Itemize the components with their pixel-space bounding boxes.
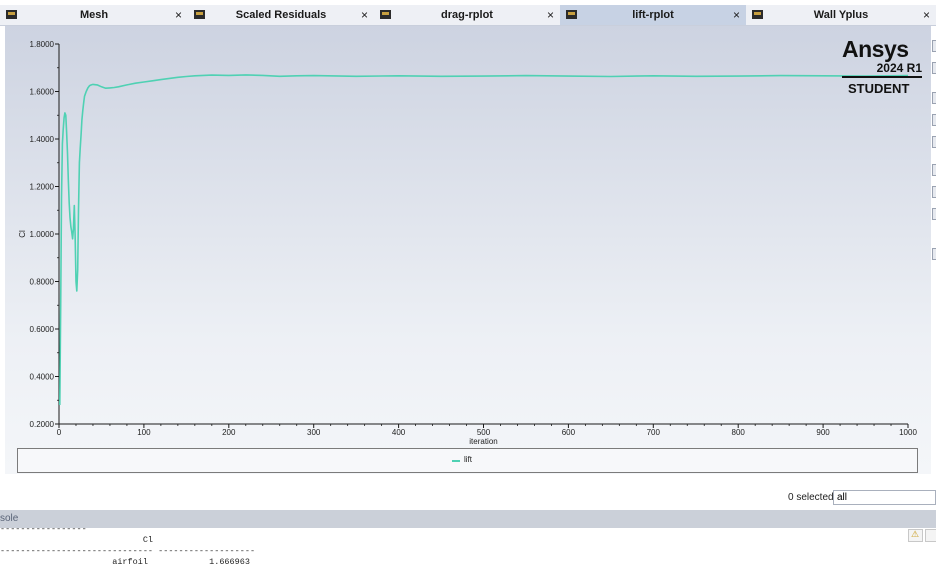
close-icon[interactable]: ×	[175, 8, 182, 22]
x-tick-label: 800	[732, 428, 746, 437]
tab-wall-yplus[interactable]: Wall Yplus ×	[746, 5, 936, 25]
tab-label: Wall Yplus	[813, 9, 869, 21]
legend-label: lift	[464, 455, 472, 464]
console-header: sole	[0, 510, 936, 528]
y-tick-label: 1.2000	[30, 183, 55, 192]
x-axis-label: iteration	[469, 437, 497, 446]
x-tick-label: 700	[647, 428, 661, 437]
x-tick-label: 900	[816, 428, 830, 437]
x-tick-label: 300	[307, 428, 321, 437]
logo-version: 2024 R1	[876, 61, 922, 75]
series-line-lift	[59, 74, 909, 406]
x-tick-label: 600	[562, 428, 576, 437]
side-toolbar-button[interactable]	[932, 186, 936, 198]
tab-mesh[interactable]: Mesh ×	[0, 5, 188, 25]
lift-chart: 0 100 200 300 400 500 600 700 800 900 1000 0.2000 0.…	[18, 40, 917, 446]
chart-legend: lift	[17, 448, 918, 473]
y-tick-label: 1.4000	[30, 135, 55, 144]
side-toolbar-button[interactable]	[932, 92, 936, 104]
x-tick-label: 400	[392, 428, 406, 437]
tab-scaled-residuals[interactable]: Scaled Residuals ×	[188, 5, 374, 25]
tab-label: lift-rplot	[632, 9, 674, 21]
y-tick-label: 0.8000	[30, 278, 55, 287]
side-toolbar-button[interactable]	[932, 164, 936, 176]
tab-bar: Mesh × Scaled Residuals × drag-rplot × l…	[0, 5, 936, 26]
x-tick-label: 500	[477, 428, 491, 437]
side-toolbar-button[interactable]	[932, 208, 936, 220]
side-toolbar-strip	[932, 40, 936, 270]
side-toolbar-button[interactable]	[932, 136, 936, 148]
close-icon[interactable]: ×	[547, 8, 554, 22]
close-icon[interactable]: ×	[361, 8, 368, 22]
x-tick-label: 200	[222, 428, 236, 437]
logo-edition: STUDENT	[848, 81, 910, 96]
tab-drag-rplot[interactable]: drag-rplot ×	[374, 5, 560, 25]
y-tick-label: 1.0000	[30, 230, 55, 239]
y-tick-label: 0.6000	[30, 325, 55, 334]
logo-rule	[842, 76, 922, 78]
selection-count: 0 selected	[788, 492, 834, 503]
tab-label: Scaled Residuals	[235, 9, 327, 21]
console-output[interactable]: ----------------- Cl -------------------…	[0, 524, 936, 576]
y-axis-label: Cl	[18, 230, 27, 238]
y-tick-label: 1.6000	[30, 88, 55, 97]
x-tick-label: 100	[137, 428, 151, 437]
console-line: Cl	[0, 535, 154, 545]
y-tick-label: 1.8000	[30, 40, 55, 49]
plot-area: 0 100 200 300 400 500 600 700 800 900 1000 0.2000 0.…	[5, 26, 931, 474]
console-line: airfoil 1.666963	[0, 557, 250, 567]
side-toolbar-button[interactable]	[932, 114, 936, 126]
x-tick-label: 0	[57, 428, 62, 437]
x-tick-label: 1000	[899, 428, 917, 437]
side-toolbar-button[interactable]	[932, 40, 936, 52]
console-line: ------------------------------ ---------…	[0, 546, 256, 556]
warning-icon: ⚠	[911, 529, 920, 539]
warning-button[interactable]: ⚠	[908, 529, 923, 542]
side-toolbar-button[interactable]	[932, 248, 936, 260]
console-line: -----------------	[0, 524, 87, 534]
close-icon[interactable]: ×	[733, 8, 740, 22]
console-title: sole	[0, 513, 19, 524]
side-toolbar-button[interactable]	[932, 62, 936, 74]
tab-lift-rplot[interactable]: lift-rplot ×	[560, 5, 746, 25]
y-tick-label: 0.4000	[30, 373, 55, 382]
legend-swatch	[452, 460, 460, 462]
ansys-logo: Ansys 2024 R1 STUDENT	[842, 36, 924, 98]
tab-label: Mesh	[79, 9, 109, 21]
console-options-button[interactable]	[925, 529, 936, 542]
logo-name: Ansys	[842, 36, 909, 62]
selection-filter-input[interactable]	[833, 490, 936, 505]
close-icon[interactable]: ×	[923, 8, 930, 22]
tab-label: drag-rplot	[441, 9, 493, 21]
y-tick-label: 0.2000	[30, 420, 55, 429]
